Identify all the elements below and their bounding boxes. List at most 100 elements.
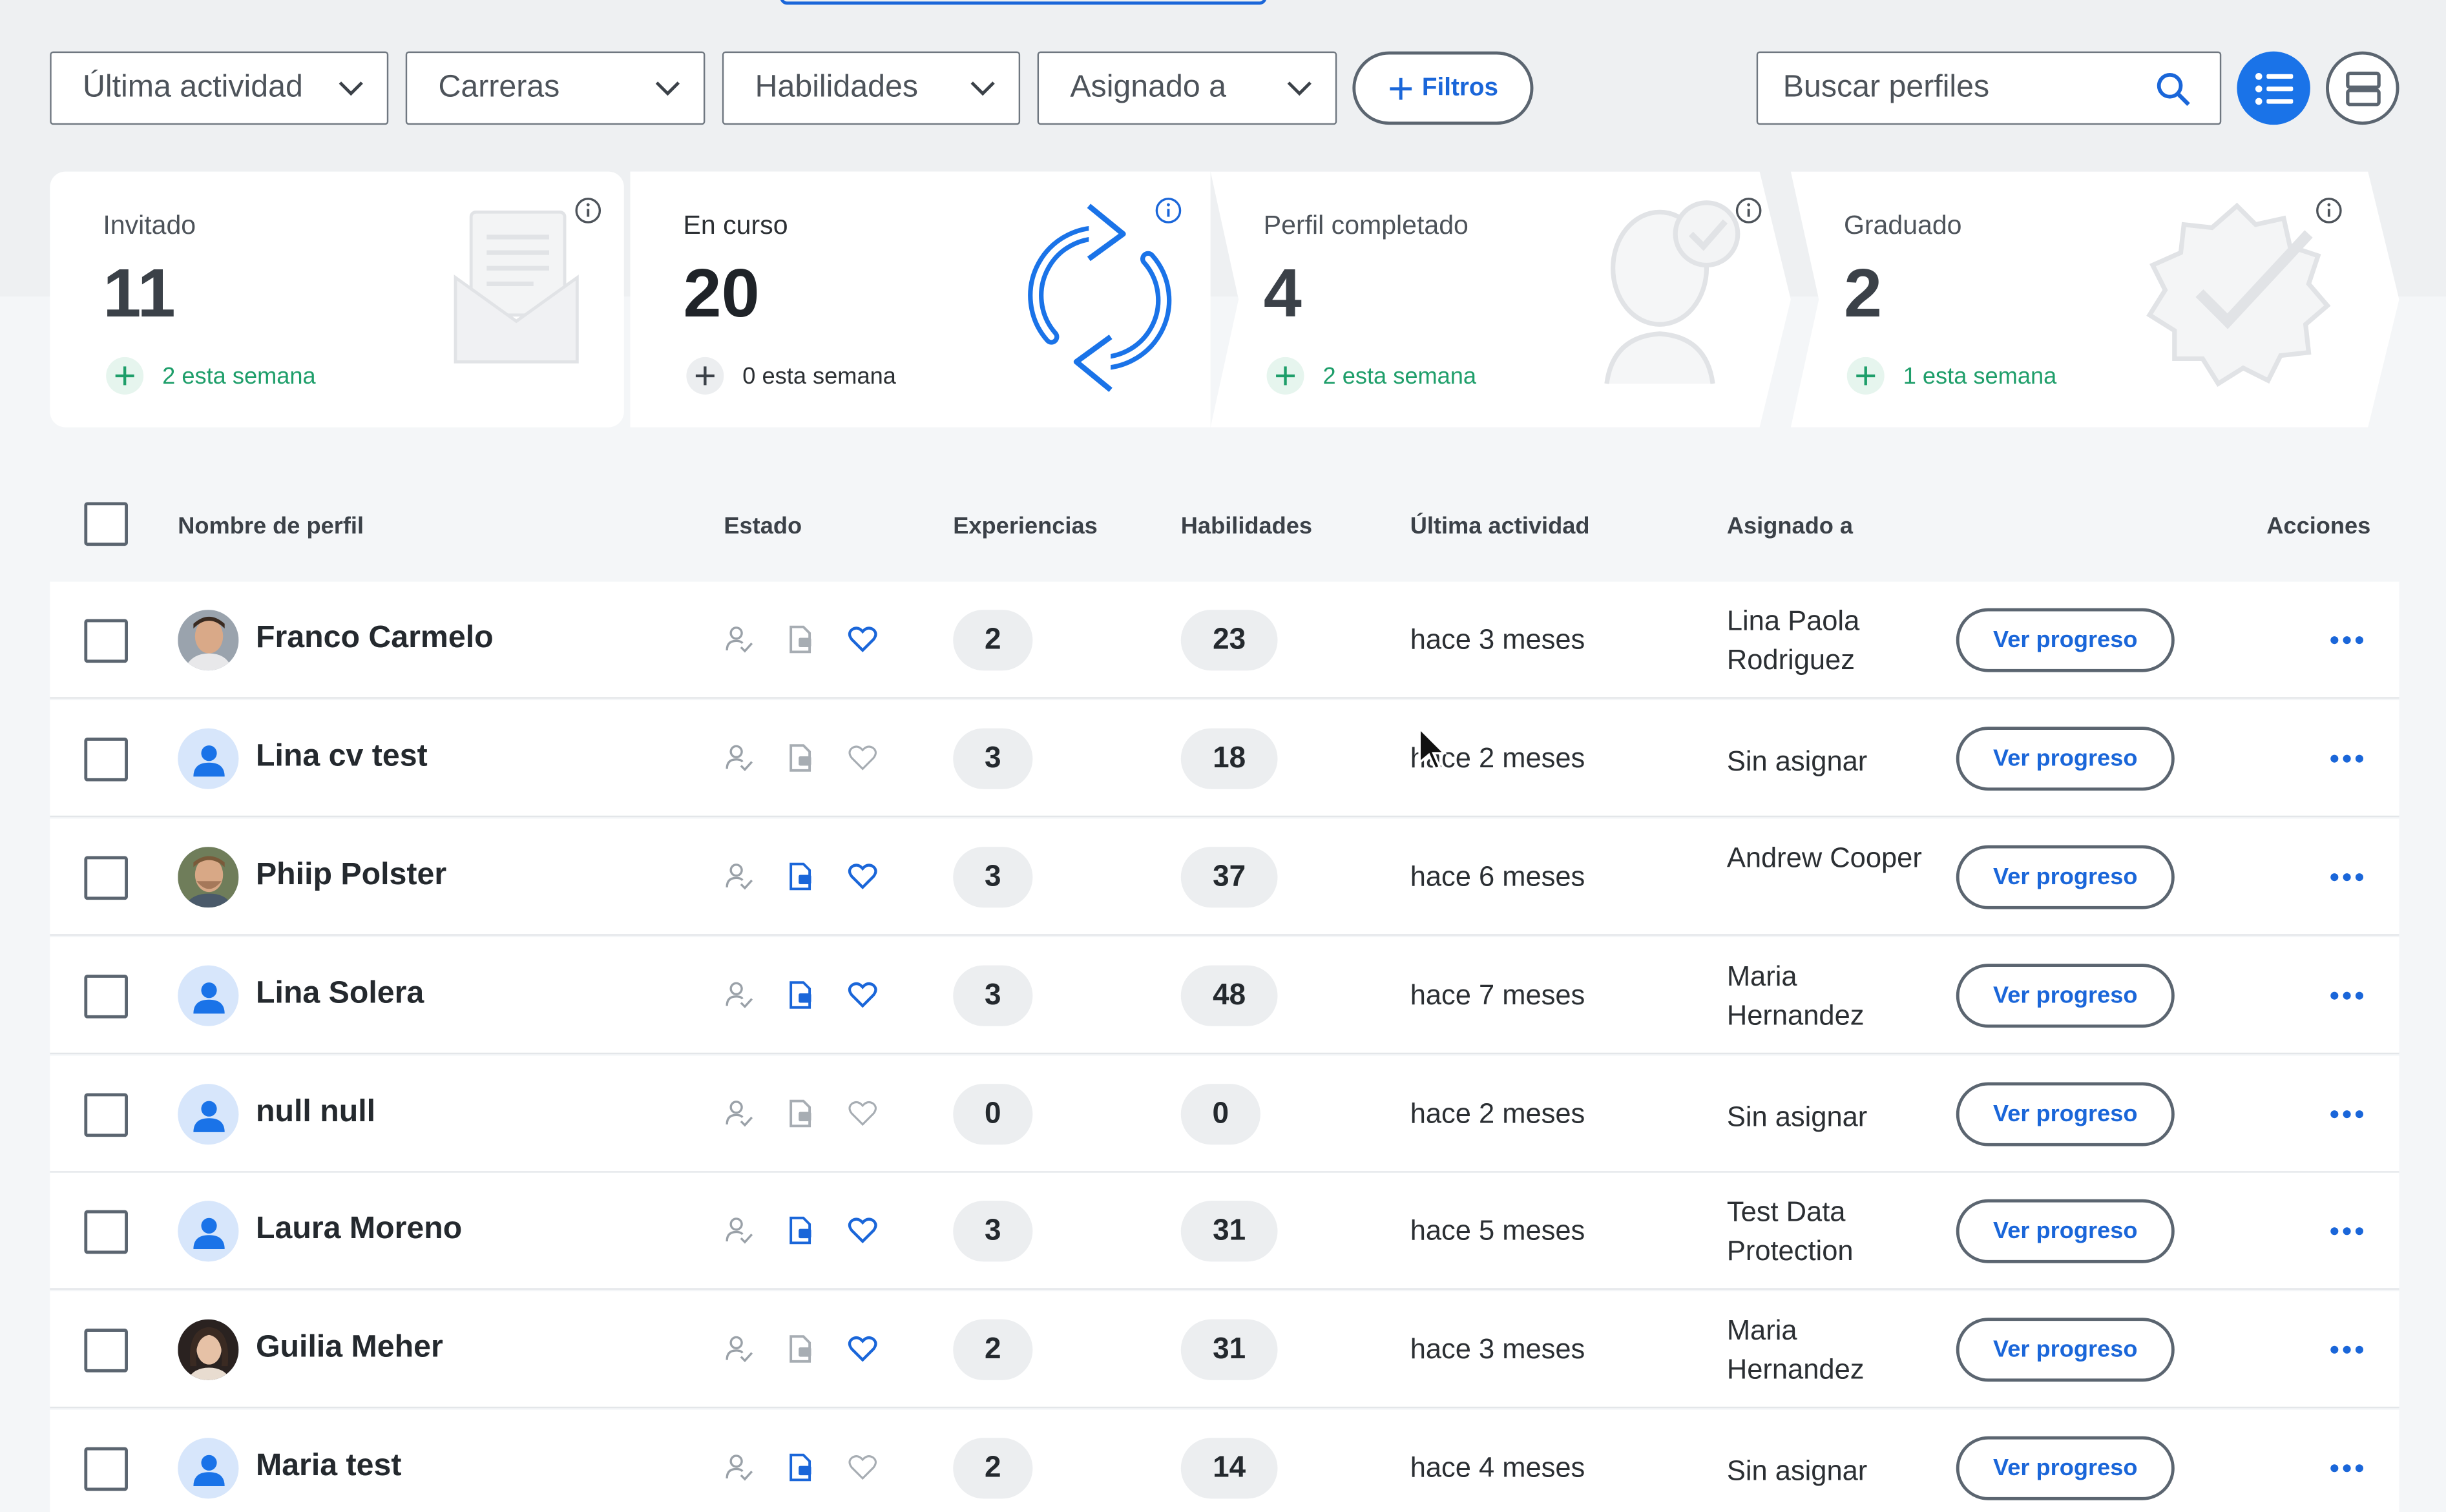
assigned-to-dropdown[interactable]: Asignado a bbox=[1037, 51, 1337, 125]
row-checkbox[interactable] bbox=[84, 1210, 128, 1254]
heart-icon[interactable] bbox=[847, 861, 878, 892]
table-row[interactable]: Laura Moreno 3 31 hace 5 meses Test Data… bbox=[50, 1172, 2399, 1290]
stat-card-in-progress[interactable]: En curso 20 0 esta semana bbox=[630, 171, 1211, 428]
header-experiences[interactable]: Experiencias bbox=[953, 513, 1097, 539]
view-progress-button[interactable]: Ver progreso bbox=[1956, 1436, 2175, 1500]
user-photo-icon bbox=[178, 1319, 239, 1380]
select-all-checkbox[interactable] bbox=[84, 502, 128, 546]
profile-name[interactable]: Lina Solera bbox=[256, 976, 424, 1012]
info-icon[interactable] bbox=[1735, 196, 1762, 224]
table-row[interactable]: null null 0 0 hace 2 meses Sin asignar V… bbox=[50, 1055, 2399, 1173]
table-row[interactable]: Lina Solera 3 48 hace 7 meses Maria Hern… bbox=[50, 937, 2399, 1055]
view-progress-button[interactable]: Ver progreso bbox=[1956, 727, 2175, 791]
table-row[interactable]: Maria test 2 14 hace 4 meses Sin asignar… bbox=[50, 1409, 2399, 1512]
list-view-button[interactable] bbox=[2237, 51, 2310, 125]
header-assigned[interactable]: Asignado a bbox=[1727, 513, 1853, 539]
more-actions-icon[interactable] bbox=[2330, 624, 2368, 655]
profile-name[interactable]: Phiip Polster bbox=[256, 858, 446, 894]
row-checkbox[interactable] bbox=[84, 975, 128, 1019]
profile-name[interactable]: null null bbox=[256, 1095, 375, 1131]
more-actions-icon[interactable] bbox=[2330, 1215, 2368, 1246]
more-actions-icon[interactable] bbox=[2330, 1452, 2368, 1483]
row-checkbox[interactable] bbox=[84, 619, 128, 663]
assigned-to: Andrew Cooper bbox=[1726, 842, 1922, 874]
view-progress-button[interactable]: Ver progreso bbox=[1956, 608, 2175, 672]
header-status[interactable]: Estado bbox=[724, 513, 802, 539]
profile-name[interactable]: Lina cv test bbox=[256, 739, 428, 775]
stat-delta: 2 esta semana bbox=[106, 357, 316, 395]
skills-count: 0 bbox=[1180, 1084, 1260, 1145]
stat-card-profile-completed[interactable]: Perfil completado 4 2 esta semana bbox=[1210, 171, 1791, 428]
assigned-to: Sin asignar bbox=[1726, 1455, 1868, 1487]
stat-card-invited[interactable]: Invitado 11 2 esta semana bbox=[50, 171, 624, 428]
stat-card-graduated[interactable]: Graduado 2 1 esta semana bbox=[1790, 171, 2399, 428]
info-icon[interactable] bbox=[1155, 196, 1182, 224]
last-activity: hace 3 meses bbox=[1410, 623, 1585, 656]
heart-icon[interactable] bbox=[847, 979, 878, 1010]
heart-icon[interactable] bbox=[847, 1215, 878, 1246]
heart-icon[interactable] bbox=[847, 1098, 878, 1129]
row-checkbox[interactable] bbox=[84, 738, 128, 782]
more-actions-icon[interactable] bbox=[2330, 1098, 2368, 1129]
view-progress-button[interactable]: Ver progreso bbox=[1956, 1082, 2175, 1146]
info-icon[interactable] bbox=[574, 196, 602, 224]
document-cv-icon bbox=[789, 744, 811, 772]
skills-dropdown[interactable]: Habilidades bbox=[722, 51, 1021, 125]
user-check-icon bbox=[726, 1455, 753, 1481]
header-skills[interactable]: Habilidades bbox=[1181, 513, 1312, 539]
person-icon bbox=[193, 981, 224, 1013]
more-actions-icon[interactable] bbox=[2330, 1333, 2368, 1364]
header-actions: Acciones bbox=[2266, 513, 2371, 540]
stat-delta: 0 esta semana bbox=[686, 357, 896, 395]
plus-icon bbox=[686, 357, 724, 395]
stat-delta: 1 esta semana bbox=[1846, 357, 2057, 395]
row-checkbox[interactable] bbox=[84, 1093, 128, 1137]
view-progress-button[interactable]: Ver progreso bbox=[1956, 1199, 2175, 1263]
search-input[interactable]: Buscar perfiles bbox=[1756, 51, 2222, 125]
heart-icon[interactable] bbox=[847, 742, 878, 773]
profile-name[interactable]: Maria test bbox=[256, 1449, 401, 1485]
heart-icon[interactable] bbox=[847, 1333, 878, 1364]
profile-name[interactable]: Laura Moreno bbox=[256, 1212, 462, 1248]
table-row[interactable]: Lina cv test 3 18 hace 2 meses Sin asign… bbox=[50, 700, 2399, 818]
view-progress-button[interactable]: Ver progreso bbox=[1956, 964, 2175, 1028]
last-activity-dropdown[interactable]: Última actividad bbox=[50, 51, 389, 125]
table-row[interactable]: Franco Carmelo 2 23 hace 3 meses Lina Pa… bbox=[50, 581, 2399, 699]
stat-delta-text: 2 esta semana bbox=[162, 362, 316, 389]
search-icon[interactable] bbox=[2154, 70, 2191, 108]
more-actions-icon[interactable] bbox=[2330, 742, 2368, 773]
avatar bbox=[178, 1319, 239, 1380]
row-checkbox[interactable] bbox=[84, 1329, 128, 1372]
heart-icon[interactable] bbox=[847, 624, 878, 655]
user-check-icon bbox=[726, 982, 753, 1009]
document-cv-icon bbox=[789, 1335, 811, 1363]
profile-name[interactable]: Guilia Meher bbox=[256, 1331, 443, 1367]
row-checkbox[interactable] bbox=[84, 856, 128, 900]
document-cv-icon bbox=[789, 1453, 811, 1482]
info-icon[interactable] bbox=[2315, 196, 2343, 224]
table-row[interactable]: Guilia Meher 2 31 hace 3 meses Maria Her… bbox=[50, 1291, 2399, 1409]
avatar bbox=[178, 1084, 239, 1145]
view-progress-button[interactable]: Ver progreso bbox=[1956, 845, 2175, 909]
stat-delta-text: 1 esta semana bbox=[1903, 362, 2057, 389]
more-actions-icon[interactable] bbox=[2330, 861, 2368, 892]
stat-label: Graduado bbox=[1843, 210, 1962, 240]
header-last-activity[interactable]: Última actividad bbox=[1410, 513, 1590, 539]
document-cv-icon bbox=[789, 862, 811, 891]
chevron-down-icon bbox=[655, 81, 680, 96]
user-check-icon bbox=[726, 627, 753, 653]
header-name[interactable]: Nombre de perfil bbox=[178, 513, 364, 539]
row-checkbox[interactable] bbox=[84, 1447, 128, 1491]
careers-dropdown[interactable]: Carreras bbox=[405, 51, 706, 125]
chevron-down-icon bbox=[339, 81, 363, 96]
table-row[interactable]: Phiip Polster 3 37 hace 6 meses Andrew C… bbox=[50, 818, 2399, 936]
heart-icon[interactable] bbox=[847, 1452, 878, 1483]
view-progress-button[interactable]: Ver progreso bbox=[1956, 1318, 2175, 1382]
skills-count: 18 bbox=[1180, 728, 1278, 789]
more-actions-icon[interactable] bbox=[2330, 979, 2368, 1010]
profile-name[interactable]: Franco Carmelo bbox=[256, 621, 494, 657]
card-view-button[interactable] bbox=[2326, 51, 2399, 125]
add-filters-button[interactable]: Filtros bbox=[1352, 51, 1534, 125]
person-check-illustration-icon bbox=[1604, 200, 1740, 384]
chevron-down-icon bbox=[1287, 81, 1312, 96]
